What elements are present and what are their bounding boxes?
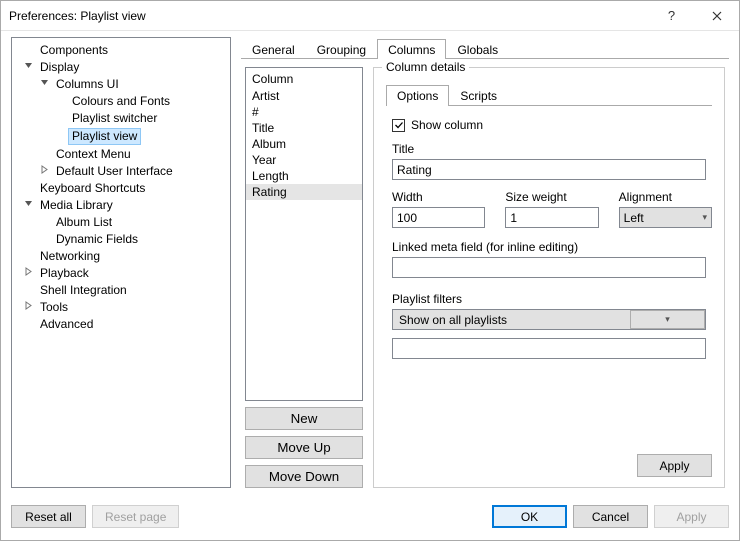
tree-item-label: Album List: [52, 215, 116, 230]
show-column-checkbox[interactable]: [392, 119, 405, 132]
title-label: Title: [392, 142, 706, 156]
reset-all-button[interactable]: Reset all: [11, 505, 86, 528]
nav-tree[interactable]: Components Display Columns UI Colours and F…: [11, 37, 231, 488]
tree-item-label: Columns UI: [52, 77, 123, 92]
columns-listbox[interactable]: Column Artist#TitleAlbumYearLengthRating: [245, 67, 363, 401]
tree-item-label: Context Menu: [52, 147, 135, 162]
tree-item-label: Keyboard Shortcuts: [36, 181, 149, 196]
title-input[interactable]: [392, 159, 706, 180]
tree-item[interactable]: Media Library: [20, 197, 228, 214]
tree-item[interactable]: Columns UI: [36, 76, 228, 93]
tree-item-label: Components: [36, 43, 112, 58]
close-icon: [712, 11, 722, 21]
tree-item[interactable]: Context Menu: [36, 146, 228, 163]
reset-page-button: Reset page: [92, 505, 179, 528]
alignment-select[interactable]: Left ▾: [619, 207, 712, 228]
playlist-filters-value: Show on all playlists: [393, 313, 630, 327]
chevron-down-icon[interactable]: [22, 198, 34, 213]
playlist-filters-label: Playlist filters: [392, 292, 706, 306]
column-list-item[interactable]: Year: [246, 152, 362, 168]
apply-button: Apply: [654, 505, 729, 528]
chevron-down-icon[interactable]: [38, 77, 50, 92]
tree-item[interactable]: Dynamic Fields: [36, 231, 228, 248]
tree-item-label: Colours and Fonts: [68, 94, 174, 109]
tree-item[interactable]: Album List: [36, 214, 228, 231]
sizeweight-input[interactable]: [505, 207, 598, 228]
new-button[interactable]: New: [245, 407, 363, 430]
tree-item[interactable]: Playback: [20, 265, 228, 282]
inner-apply-button[interactable]: Apply: [637, 454, 712, 477]
details-subtabs: OptionsScripts: [386, 84, 712, 106]
tree-item-label: Playback: [36, 266, 93, 281]
subtab-scripts[interactable]: Scripts: [449, 85, 508, 106]
tab-grouping[interactable]: Grouping: [306, 39, 377, 59]
tree-item[interactable]: Shell Integration: [20, 282, 228, 299]
column-details-group: Column details OptionsScripts Show colum…: [373, 67, 725, 488]
tree-item[interactable]: Tools: [20, 299, 228, 316]
linked-meta-input[interactable]: [392, 257, 706, 278]
tree-item[interactable]: Networking: [20, 248, 228, 265]
cancel-button[interactable]: Cancel: [573, 505, 648, 528]
tree-item-label: Dynamic Fields: [52, 232, 142, 247]
tree-item-label: Display: [36, 60, 83, 75]
tree-item-label: Playlist view: [68, 128, 141, 145]
tree-item-label: Shell Integration: [36, 283, 131, 298]
tree-item-label: Media Library: [36, 198, 117, 213]
chevron-down-icon: ▾: [665, 314, 670, 325]
column-list-item[interactable]: Album: [246, 136, 362, 152]
width-input[interactable]: [392, 207, 485, 228]
alignment-label: Alignment: [619, 190, 712, 204]
tree-item[interactable]: Display: [20, 59, 228, 76]
main-tabs: GeneralGroupingColumnsGlobals: [241, 37, 729, 59]
move-down-button[interactable]: Move Down: [245, 465, 363, 488]
ok-button[interactable]: OK: [492, 505, 567, 528]
help-button[interactable]: ?: [649, 1, 694, 30]
playlist-filters-extra-input[interactable]: [392, 338, 706, 359]
column-list-item[interactable]: Title: [246, 120, 362, 136]
linked-meta-label: Linked meta field (for inline editing): [392, 240, 706, 254]
column-list-item[interactable]: Artist: [246, 88, 362, 104]
titlebar: Preferences: Playlist view ?: [1, 1, 739, 31]
move-up-button[interactable]: Move Up: [245, 436, 363, 459]
tree-item[interactable]: Advanced: [20, 316, 228, 333]
alignment-value: Left: [624, 211, 644, 225]
dialog-button-bar: Reset all Reset page OK Cancel Apply: [11, 505, 729, 528]
column-list-item[interactable]: Length: [246, 168, 362, 184]
chevron-down-icon[interactable]: [22, 60, 34, 75]
close-button[interactable]: [694, 1, 739, 30]
playlist-filters-select[interactable]: Show on all playlists ▾: [392, 309, 706, 330]
tree-item-label: Networking: [36, 249, 104, 264]
column-list-item[interactable]: #: [246, 104, 362, 120]
tree-item[interactable]: Components: [20, 42, 228, 59]
chevron-down-icon: ▾: [702, 212, 707, 223]
tab-columns[interactable]: Columns: [377, 39, 446, 59]
window-title: Preferences: Playlist view: [9, 9, 649, 23]
tab-general[interactable]: General: [241, 39, 306, 59]
chevron-right-icon[interactable]: [38, 164, 50, 179]
tree-item[interactable]: Colours and Fonts: [52, 93, 228, 110]
check-icon: [394, 120, 404, 130]
width-label: Width: [392, 190, 485, 204]
tab-globals[interactable]: Globals: [446, 39, 509, 59]
show-column-label: Show column: [411, 118, 483, 132]
tree-item-label: Tools: [36, 300, 72, 315]
column-list-item[interactable]: Rating: [246, 184, 362, 200]
chevron-right-icon[interactable]: [22, 300, 34, 315]
tree-item[interactable]: Default User Interface: [36, 163, 228, 180]
sizeweight-label: Size weight: [505, 190, 598, 204]
subtab-options[interactable]: Options: [386, 85, 449, 106]
tree-item[interactable]: Keyboard Shortcuts: [20, 180, 228, 197]
chevron-right-icon[interactable]: [22, 266, 34, 281]
tree-item[interactable]: Playlist view: [52, 127, 228, 146]
tree-item-label: Default User Interface: [52, 164, 177, 179]
tree-item-label: Advanced: [36, 317, 97, 332]
tree-item-label: Playlist switcher: [68, 111, 161, 126]
columns-list-header: Column: [246, 70, 362, 88]
column-details-legend: Column details: [382, 60, 469, 74]
tree-item[interactable]: Playlist switcher: [52, 110, 228, 127]
